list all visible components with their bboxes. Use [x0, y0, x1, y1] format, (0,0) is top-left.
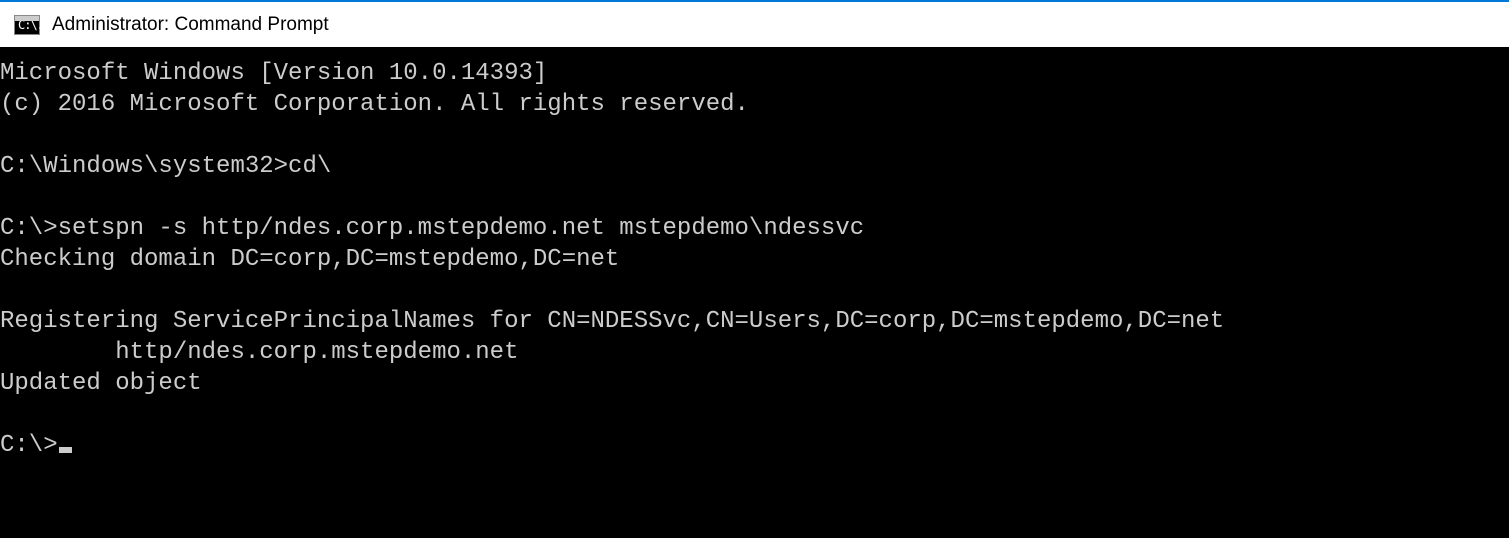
cmd-icon: C:\. — [14, 15, 40, 35]
terminal-output[interactable]: Microsoft Windows [Version 10.0.14393] (… — [0, 48, 1509, 461]
terminal-line: Microsoft Windows [Version 10.0.14393] — [0, 60, 547, 87]
terminal-line: C:\Windows\system32>cd\ — [0, 153, 331, 180]
terminal-prompt: C:\> — [0, 432, 58, 459]
terminal-line: http/ndes.corp.mstepdemo.net — [0, 339, 518, 366]
terminal-line: C:\>setspn -s http/ndes.corp.mstepdemo.n… — [0, 215, 864, 242]
cursor — [59, 447, 72, 453]
terminal-line: Checking domain DC=corp,DC=mstepdemo,DC=… — [0, 246, 619, 273]
terminal-line: (c) 2016 Microsoft Corporation. All righ… — [0, 91, 749, 118]
window-title: Administrator: Command Prompt — [52, 14, 329, 36]
terminal-line: Updated object — [0, 370, 202, 397]
title-bar[interactable]: C:\. Administrator: Command Prompt — [0, 2, 1509, 48]
terminal-line: Registering ServicePrincipalNames for CN… — [0, 308, 1224, 335]
